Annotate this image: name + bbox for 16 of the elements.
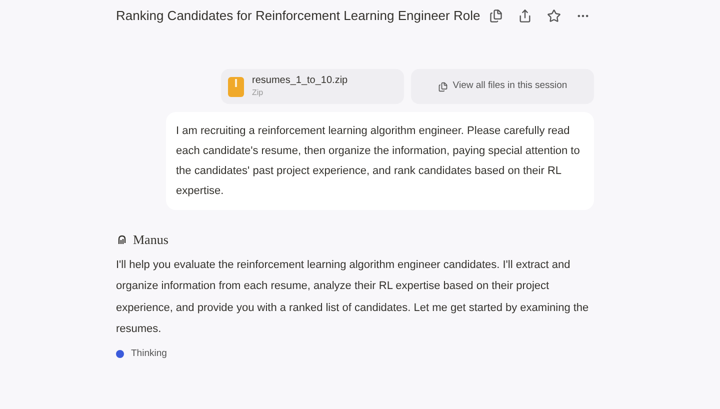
status-text: Thinking — [131, 346, 167, 360]
files-icon[interactable] — [489, 9, 503, 23]
manus-logo-icon — [116, 234, 128, 246]
file-name: resumes_1_to_10.zip — [252, 74, 348, 86]
assistant-name: Manus — [133, 231, 168, 249]
assistant-message: I'll help you evaluate the reinforcement learning algorithm engineer candidates. I'll extract and organize information from each resume, analyze their RL expertise based on their project experience, and provide you with a ranked list of candidates. Let me get started by examining the resumes. — [116, 258, 590, 337]
share-icon[interactable] — [518, 9, 532, 23]
zip-file-icon — [228, 76, 244, 96]
chat-title: Ranking Candidates for Reinforcement Learning Engineer Role — [116, 7, 480, 26]
star-icon[interactable] — [547, 9, 561, 23]
user-message: I am recruiting a reinforcement learning algorithm engineer. Please carefully read each candidate's resume, then organize the information, paying special attention to the candidates' past project experience, and rank candidates based on their RL expertise. — [166, 112, 594, 210]
file-type: Zip — [252, 86, 264, 98]
thinking-indicator — [116, 350, 124, 358]
files-icon — [438, 82, 448, 92]
view-files-button[interactable]: View all files in this session — [411, 69, 594, 104]
file-card[interactable]: resumes_1_to_10.zip Zip — [221, 69, 404, 104]
